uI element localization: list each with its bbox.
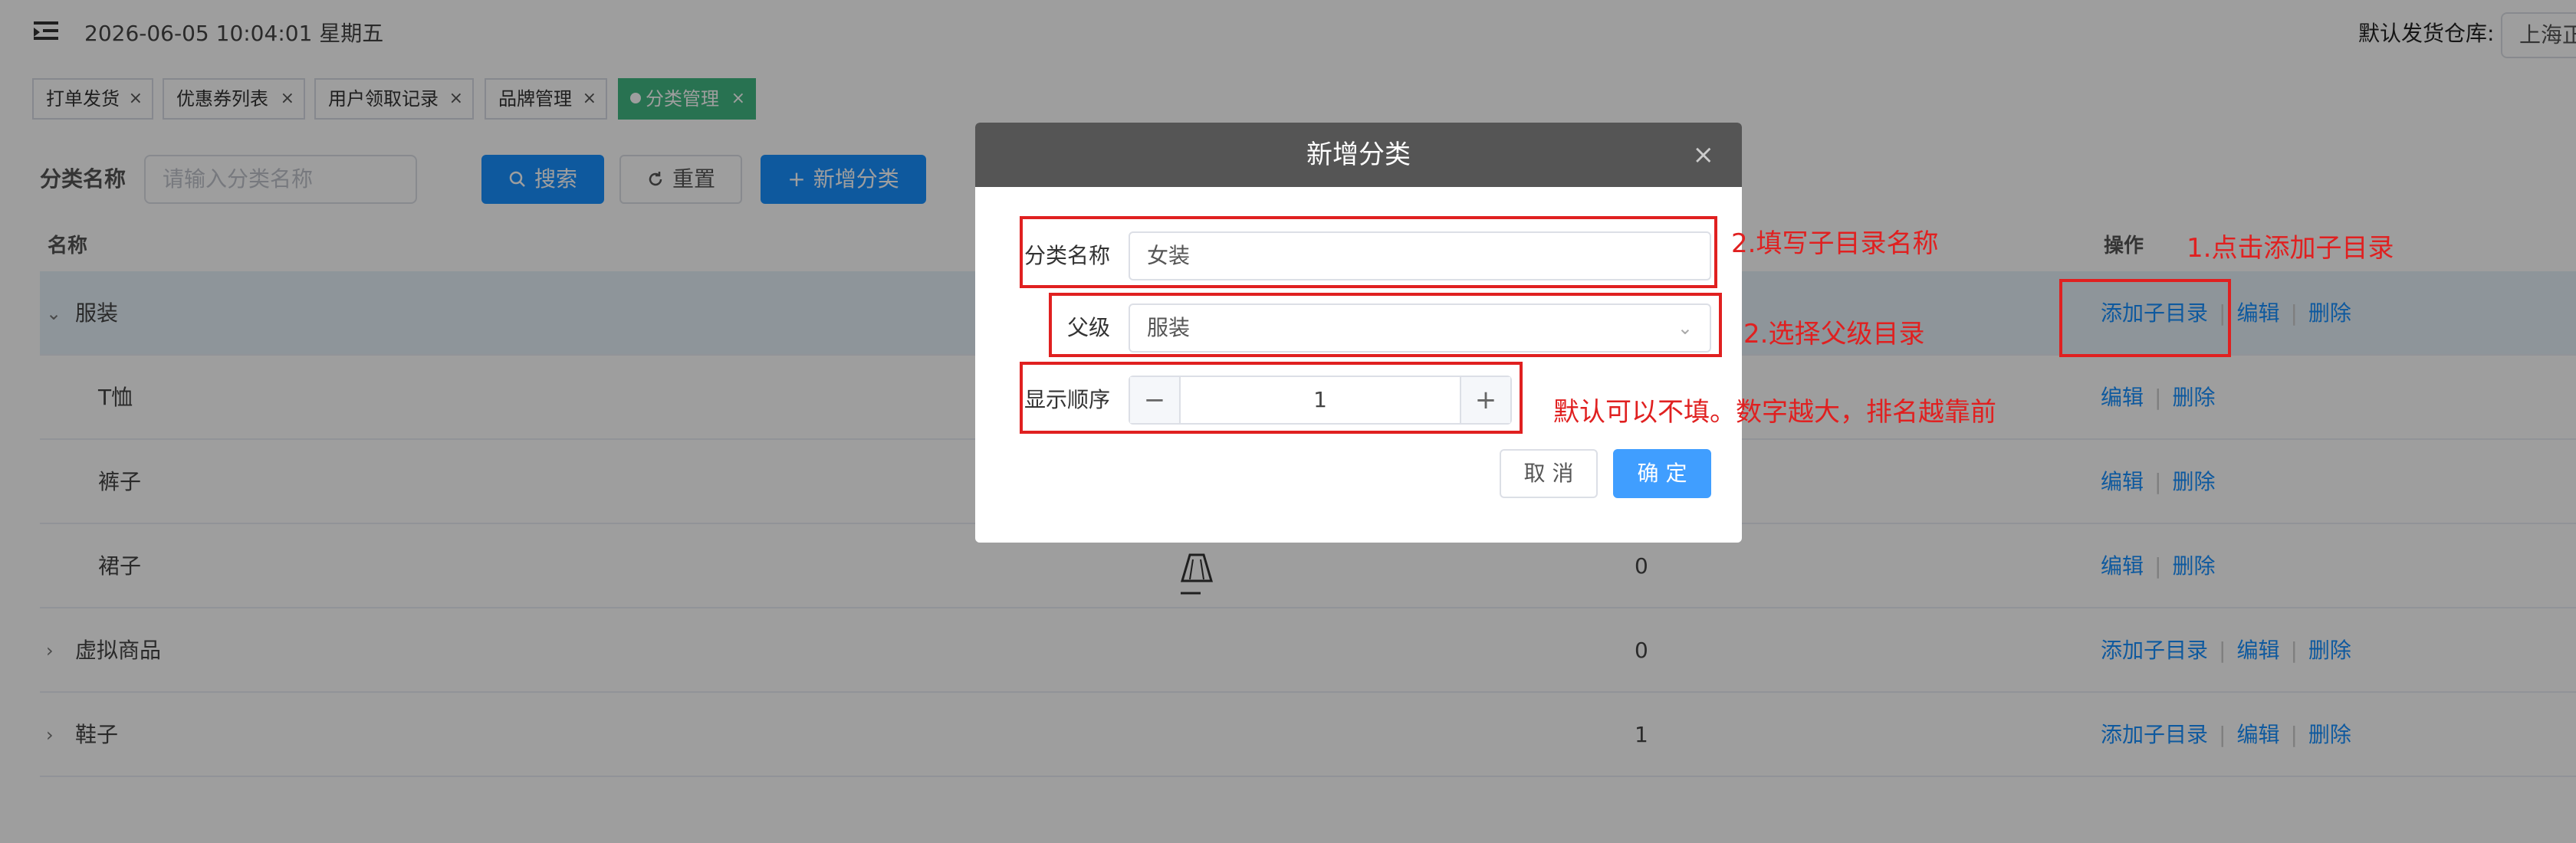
dialog-title: 新增分类: [1306, 139, 1411, 170]
annotation-box-order: [1020, 362, 1523, 434]
cancel-button[interactable]: 取 消: [1500, 449, 1598, 498]
close-icon[interactable]: ×: [1693, 123, 1715, 187]
annotation-box-add-sub: [2059, 279, 2231, 357]
annotation-box-name: [1020, 216, 1717, 288]
dialog-header: 新增分类 ×: [975, 123, 1742, 187]
app-root: 2026-06-05 10:04:01 星期五 默认发货仓库: 上海正 打单发货…: [0, 0, 2576, 843]
annotation-box-parent: [1049, 293, 1722, 357]
annotation-note-2b: 2.选择父级目录: [1743, 319, 1925, 349]
annotation-note-1: 1.点击添加子目录: [2187, 233, 2394, 264]
annotation-note-3: 默认可以不填。数字越大，排名越靠前: [1553, 397, 1996, 428]
confirm-button[interactable]: 确 定: [1613, 449, 1711, 498]
annotation-note-2a: 2.填写子目录名称: [1731, 228, 1939, 259]
